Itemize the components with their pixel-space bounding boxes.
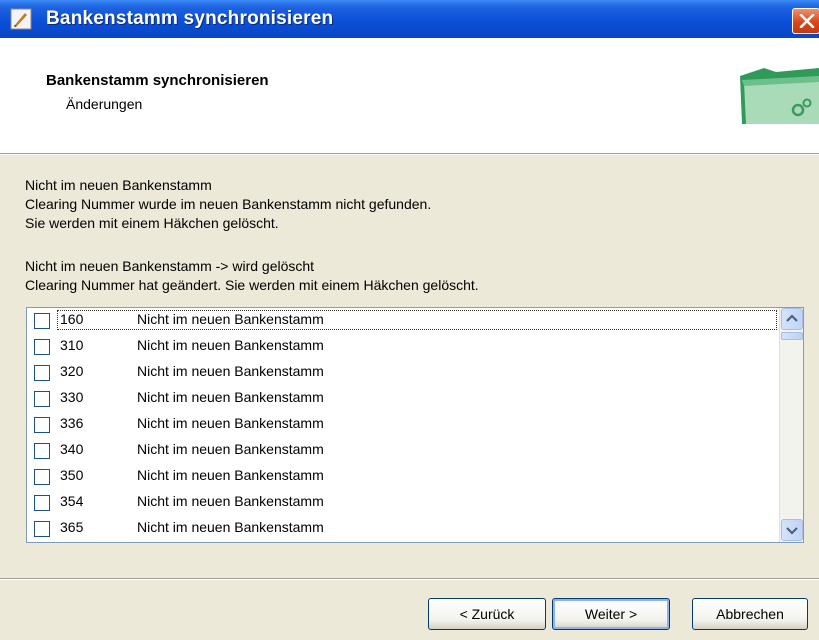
close-icon	[799, 14, 815, 28]
clearing-number: 365	[60, 519, 84, 535]
row-checkbox[interactable]	[34, 469, 50, 485]
next-button[interactable]: Weiter >	[552, 598, 670, 630]
row-checkbox[interactable]	[34, 417, 50, 433]
scroll-down-button[interactable]	[781, 519, 803, 541]
list-item[interactable]: 365 Nicht im neuen Bankenstamm	[27, 516, 779, 542]
row-status: Nicht im neuen Bankenstamm	[137, 467, 324, 483]
window-title: Bankenstamm synchronisieren	[46, 8, 334, 29]
row-checkbox[interactable]	[34, 339, 50, 355]
list-item[interactable]: 330 Nicht im neuen Bankenstamm	[27, 386, 779, 412]
row-status: Nicht im neuen Bankenstamm	[137, 389, 324, 405]
description-line: Nicht im neuen Bankenstamm -> wird gelös…	[25, 258, 315, 274]
scroll-thumb[interactable]	[781, 332, 803, 340]
list-item[interactable]: 340 Nicht im neuen Bankenstamm	[27, 438, 779, 464]
description-line: Nicht im neuen Bankenstamm	[25, 177, 212, 193]
description-line: Sie werden mit einem Häkchen gelöscht.	[25, 215, 279, 231]
row-status: Nicht im neuen Bankenstamm	[137, 415, 324, 431]
header-divider	[0, 154, 819, 155]
cancel-button[interactable]: Abbrechen	[692, 598, 808, 630]
clearing-number: 336	[60, 415, 84, 431]
row-checkbox[interactable]	[34, 313, 50, 329]
chevron-down-icon	[786, 527, 798, 535]
row-checkbox[interactable]	[34, 391, 50, 407]
row-status: Nicht im neuen Bankenstamm	[137, 441, 324, 457]
description-line: Clearing Nummer hat geändert. Sie werden…	[25, 277, 479, 293]
row-checkbox[interactable]	[34, 521, 50, 537]
page-title: Bankenstamm synchronisieren	[46, 72, 269, 89]
clearing-number: 340	[60, 441, 84, 457]
row-checkbox[interactable]	[34, 365, 50, 381]
row-status: Nicht im neuen Bankenstamm	[137, 337, 324, 353]
row-checkbox[interactable]	[34, 495, 50, 511]
bank-list[interactable]: 160 Nicht im neuen Bankenstamm 310 Nicht…	[26, 307, 804, 543]
folder-gears-icon	[740, 68, 819, 124]
list-item[interactable]: 320 Nicht im neuen Bankenstamm	[27, 360, 779, 386]
clearing-number: 320	[60, 363, 84, 379]
row-status: Nicht im neuen Bankenstamm	[137, 519, 324, 535]
row-status: Nicht im neuen Bankenstamm	[137, 363, 324, 379]
wizard-header: Bankenstamm synchronisieren Änderungen	[0, 38, 819, 154]
vertical-scrollbar[interactable]	[779, 308, 803, 542]
clearing-number: 350	[60, 467, 84, 483]
footer-divider-highlight	[0, 579, 819, 580]
description-line: Clearing Nummer wurde im neuen Bankensta…	[25, 196, 432, 212]
row-status: Nicht im neuen Bankenstamm	[137, 493, 324, 509]
list-item[interactable]: 310 Nicht im neuen Bankenstamm	[27, 334, 779, 360]
list-item[interactable]: 350 Nicht im neuen Bankenstamm	[27, 464, 779, 490]
close-button[interactable]	[792, 8, 819, 34]
list-item[interactable]: 336 Nicht im neuen Bankenstamm	[27, 412, 779, 438]
clearing-number: 354	[60, 493, 84, 509]
chevron-up-icon	[786, 314, 798, 322]
page-subtitle: Änderungen	[66, 96, 143, 112]
clearing-number: 310	[60, 337, 84, 353]
clearing-number: 160	[60, 311, 84, 327]
title-bar[interactable]: Bankenstamm synchronisieren	[0, 0, 819, 38]
scroll-up-button[interactable]	[781, 308, 803, 330]
list-item[interactable]: 160 Nicht im neuen Bankenstamm	[27, 308, 779, 334]
row-status: Nicht im neuen Bankenstamm	[137, 311, 324, 327]
list-item[interactable]: 354 Nicht im neuen Bankenstamm	[27, 490, 779, 516]
app-icon	[10, 8, 32, 30]
back-button[interactable]: < Zurück	[428, 598, 546, 630]
row-checkbox[interactable]	[34, 443, 50, 459]
clearing-number: 330	[60, 389, 84, 405]
